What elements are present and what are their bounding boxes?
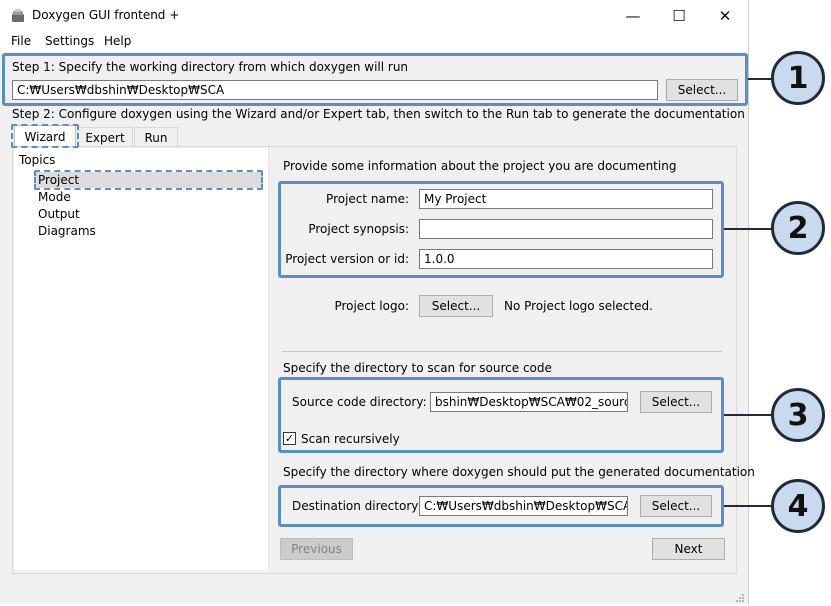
- step2-label: Step 2: Configure doxygen using the Wiza…: [12, 107, 745, 121]
- close-icon: ✕: [718, 7, 732, 25]
- callout-2: 2: [771, 201, 825, 255]
- tab-expert[interactable]: Expert: [77, 127, 133, 147]
- minimize-button[interactable]: —: [610, 0, 656, 32]
- topics-header: Topics: [19, 153, 56, 167]
- callout-1: 1: [771, 51, 825, 105]
- callout-leader-4: [724, 505, 772, 507]
- callout-3: 3: [771, 388, 825, 442]
- highlight-project-item: [34, 170, 263, 190]
- topic-item-output[interactable]: Output: [38, 207, 80, 221]
- highlight-box-2: [278, 181, 724, 278]
- callout-leader-2: [724, 228, 772, 230]
- menu-file[interactable]: File: [11, 34, 31, 48]
- callout-leader-3: [724, 414, 772, 416]
- source-heading: Specify the directory to scan for source…: [283, 361, 552, 375]
- menu-settings[interactable]: Settings: [45, 34, 94, 48]
- minimize-icon: —: [625, 7, 641, 25]
- doxygen-app-icon: [10, 8, 26, 24]
- highlight-wizard-tab: [11, 124, 79, 148]
- highlight-box-4: [278, 485, 724, 527]
- topic-item-diagrams[interactable]: Diagrams: [38, 224, 96, 238]
- menu-help[interactable]: Help: [104, 34, 131, 48]
- destination-heading: Specify the directory where doxygen shou…: [283, 465, 755, 479]
- maximize-icon: ☐: [672, 7, 686, 25]
- callout-leader-1: [748, 78, 772, 80]
- resize-grip[interactable]: [735, 592, 745, 602]
- next-button[interactable]: Next: [652, 538, 725, 560]
- project-logo-select-button[interactable]: Select...: [419, 295, 493, 317]
- window-title: Doxygen GUI frontend +: [32, 8, 180, 22]
- highlight-box-1: [2, 53, 748, 106]
- section-divider: [282, 351, 722, 352]
- project-logo-label: Project logo:: [334, 299, 409, 313]
- close-button[interactable]: ✕: [702, 0, 748, 32]
- topic-item-mode[interactable]: Mode: [38, 190, 71, 204]
- project-intro-text: Provide some information about the proje…: [283, 159, 677, 173]
- project-logo-status: No Project logo selected.: [504, 299, 653, 313]
- previous-button[interactable]: Previous: [280, 538, 353, 560]
- callout-4: 4: [771, 479, 825, 533]
- highlight-box-3: [278, 377, 724, 453]
- tab-run[interactable]: Run: [134, 127, 178, 147]
